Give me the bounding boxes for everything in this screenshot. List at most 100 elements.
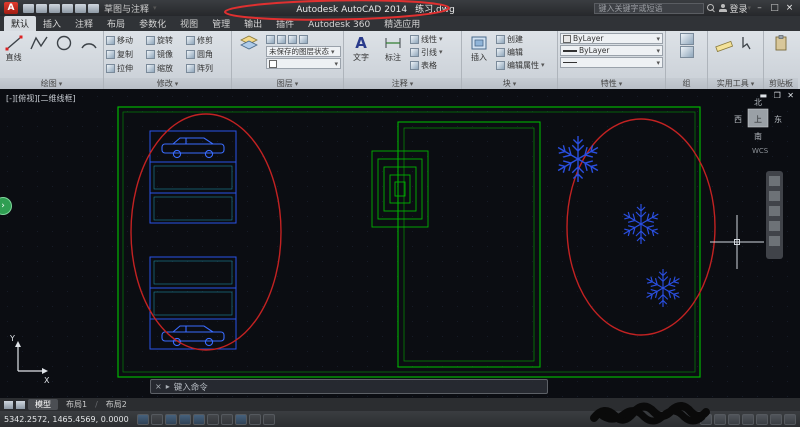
search-icon[interactable] bbox=[707, 3, 716, 13]
ribbon-tab-layout[interactable]: 布局 bbox=[100, 16, 132, 31]
ribbon-tab-output[interactable]: 输出 bbox=[237, 16, 269, 31]
move-button[interactable]: 移动 bbox=[106, 35, 146, 46]
ribbon-tab-manage[interactable]: 管理 bbox=[205, 16, 237, 31]
dynamic-ucs-toggle[interactable] bbox=[220, 413, 233, 425]
ribbon-tab-view[interactable]: 视图 bbox=[173, 16, 205, 31]
lineweight-dropdown[interactable]: ByLayer ▾ bbox=[560, 45, 663, 56]
arc-button[interactable] bbox=[78, 33, 101, 53]
panel-title-layers[interactable]: 图层 ▾ bbox=[232, 78, 343, 89]
redo-icon[interactable] bbox=[88, 3, 99, 13]
layer-state-dropdown[interactable]: 未保存的图层状态 ▾ bbox=[266, 46, 341, 57]
group-button[interactable] bbox=[679, 33, 694, 45]
scale-button[interactable]: 缩放 bbox=[146, 63, 186, 74]
window-minimize-button[interactable]: – bbox=[753, 3, 766, 13]
tab-model[interactable]: 模型 bbox=[28, 399, 58, 410]
fillet-button[interactable]: 圆角 bbox=[186, 49, 226, 60]
layer-lock-icon[interactable] bbox=[299, 34, 308, 44]
layer-freeze-icon[interactable] bbox=[288, 34, 297, 44]
stretch-button[interactable]: 拉伸 bbox=[106, 63, 146, 74]
annotation-scale-button[interactable] bbox=[728, 413, 740, 425]
array-button[interactable]: 阵列 bbox=[186, 63, 226, 74]
workspace-switch-button[interactable] bbox=[742, 413, 754, 425]
ungroup-button[interactable] bbox=[679, 46, 694, 58]
circle-button[interactable] bbox=[53, 33, 76, 53]
command-close-icon[interactable]: × bbox=[155, 382, 162, 391]
panel-title-groups[interactable]: 组 bbox=[666, 78, 707, 89]
ribbon-tab-plugins[interactable]: 插件 bbox=[269, 16, 301, 31]
line-button[interactable]: 直线 bbox=[2, 33, 25, 62]
text-button[interactable]: A 文字 bbox=[346, 33, 376, 62]
ortho-toggle[interactable] bbox=[164, 413, 177, 425]
osnap-toggle[interactable] bbox=[192, 413, 205, 425]
snap-toggle[interactable] bbox=[136, 413, 149, 425]
otrack-toggle[interactable] bbox=[206, 413, 219, 425]
dimension-button[interactable]: 标注 bbox=[378, 33, 408, 62]
drawing-canvas[interactable]: [-][俯视][二维线框] ▬ ❐ ✕ › 北 上 西 东 南 WCS Y X … bbox=[0, 89, 800, 398]
panel-title-modify[interactable]: 修改 ▾ bbox=[104, 78, 231, 89]
cleanscreen-button[interactable] bbox=[784, 413, 796, 425]
rotate-button[interactable]: 旋转 bbox=[146, 35, 186, 46]
layer-off-icon[interactable] bbox=[277, 34, 286, 44]
new-file-icon[interactable] bbox=[23, 3, 34, 13]
copy-button[interactable]: 复制 bbox=[106, 49, 146, 60]
ribbon-tab-parametric[interactable]: 参数化 bbox=[132, 16, 173, 31]
polar-toggle[interactable] bbox=[178, 413, 191, 425]
mirror-button[interactable]: 镜像 bbox=[146, 49, 186, 60]
edit-block-button[interactable]: 编辑 bbox=[496, 46, 555, 58]
layer-properties-button[interactable] bbox=[234, 33, 264, 53]
panel-title-clipboard[interactable]: 剪贴板 bbox=[764, 78, 798, 89]
layer-dropdown[interactable]: ▾ bbox=[266, 58, 341, 69]
panel-title-draw[interactable]: 绘图 ▾ bbox=[0, 78, 103, 89]
viewport-window-buttons[interactable]: ▬ ❐ ✕ bbox=[759, 91, 796, 100]
tab-layout2[interactable]: 布局2 bbox=[99, 399, 134, 410]
panel-title-annotation[interactable]: 注释 ▾ bbox=[344, 78, 461, 89]
ribbon-tab-autodesk360[interactable]: Autodesk 360 bbox=[301, 19, 377, 31]
quick-view-drawings-icon[interactable] bbox=[16, 400, 25, 409]
model-space-toggle[interactable] bbox=[700, 413, 712, 425]
quick-select-button[interactable] bbox=[737, 33, 759, 53]
table-button[interactable]: 表格 bbox=[410, 59, 459, 71]
window-maximize-button[interactable]: □ bbox=[768, 3, 781, 13]
window-close-button[interactable]: × bbox=[783, 3, 796, 13]
quick-view-toggle[interactable] bbox=[714, 413, 726, 425]
signin-button[interactable]: 登录 bbox=[729, 2, 747, 15]
panel-title-utilities[interactable]: 实用工具 ▾ bbox=[708, 78, 763, 89]
print-icon[interactable] bbox=[62, 3, 73, 13]
panel-title-properties[interactable]: 特性 ▾ bbox=[558, 78, 665, 89]
lock-ui-button[interactable] bbox=[756, 413, 768, 425]
create-block-button[interactable]: 创建 bbox=[496, 33, 555, 45]
quick-view-layouts-icon[interactable] bbox=[4, 400, 13, 409]
trim-button[interactable]: 修剪 bbox=[186, 35, 226, 46]
autocad-logo-icon[interactable]: A bbox=[4, 2, 18, 14]
linear-dim-button[interactable]: 线性 ▾ bbox=[410, 33, 459, 45]
undo-icon[interactable] bbox=[75, 3, 86, 13]
command-line[interactable]: × ▸ 键入命令 bbox=[150, 379, 548, 394]
signin-dropdown-icon[interactable]: ▾ bbox=[747, 4, 751, 12]
edit-attribute-button[interactable]: 编辑属性 ▾ bbox=[496, 59, 555, 71]
open-file-icon[interactable] bbox=[36, 3, 47, 13]
paste-button[interactable] bbox=[770, 33, 792, 53]
object-color-dropdown[interactable]: ByLayer ▾ bbox=[560, 33, 663, 44]
dynamic-input-toggle[interactable] bbox=[234, 413, 247, 425]
transparency-toggle[interactable] bbox=[262, 413, 275, 425]
help-search-input[interactable] bbox=[594, 2, 705, 14]
tab-layout1[interactable]: 布局1 bbox=[59, 399, 94, 410]
save-icon[interactable] bbox=[49, 3, 60, 13]
measure-button[interactable] bbox=[713, 33, 735, 53]
grid-toggle[interactable] bbox=[150, 413, 163, 425]
isolate-objects-button[interactable] bbox=[770, 413, 782, 425]
ribbon-tab-insert[interactable]: 插入 bbox=[36, 16, 68, 31]
command-customize-icon[interactable]: ▸ bbox=[166, 382, 170, 391]
viewport-controls[interactable]: [-][俯视][二维线框] bbox=[6, 93, 76, 104]
ribbon-tab-featured-apps[interactable]: 精选应用 bbox=[377, 16, 427, 31]
workspace-switcher[interactable]: 草图与注释 bbox=[104, 2, 149, 15]
panel-title-block[interactable]: 块 ▾ bbox=[462, 78, 557, 89]
polyline-button[interactable] bbox=[27, 33, 50, 53]
ribbon-tab-home[interactable]: 默认 bbox=[4, 16, 37, 31]
leader-button[interactable]: 引线 ▾ bbox=[410, 46, 459, 58]
command-prompt[interactable]: 键入命令 bbox=[174, 381, 208, 393]
linetype-dropdown[interactable]: ▾ bbox=[560, 57, 663, 68]
ribbon-tab-annotate[interactable]: 注释 bbox=[68, 16, 100, 31]
lineweight-toggle[interactable] bbox=[248, 413, 261, 425]
insert-block-button[interactable]: 插入 bbox=[464, 33, 494, 62]
